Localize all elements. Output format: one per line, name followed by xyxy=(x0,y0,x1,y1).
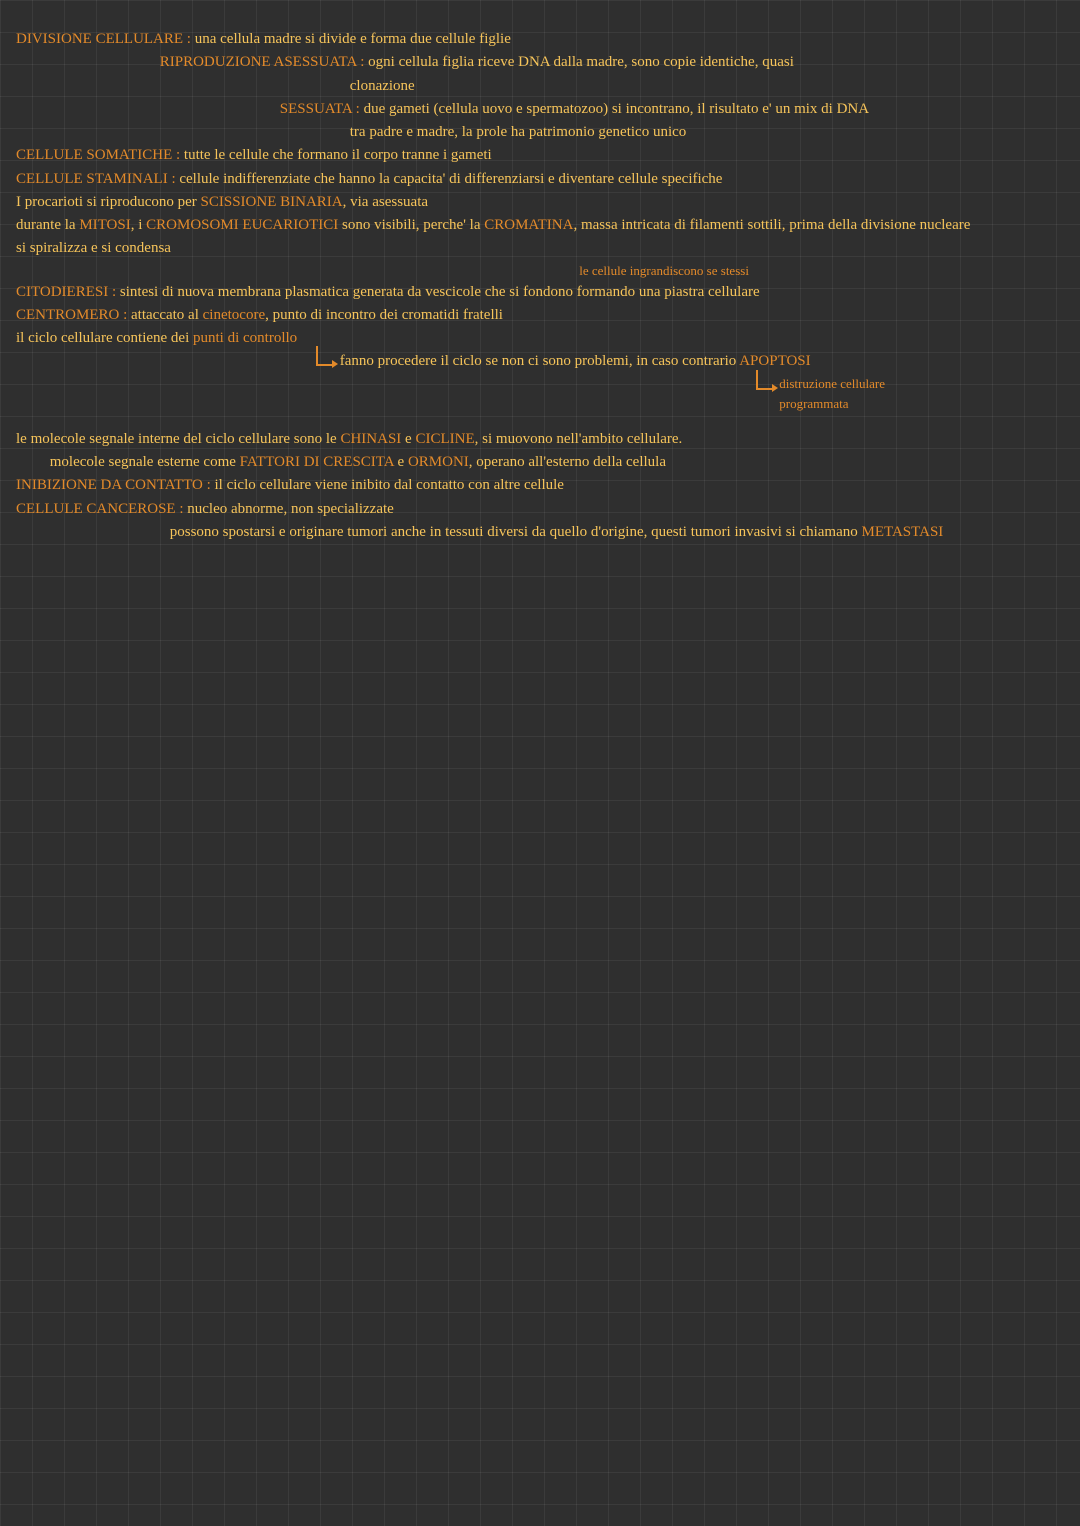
line-20: CELLULE CANCEROSE : nucleo abnorme, non … xyxy=(16,498,1068,521)
line-19: INIBIZIONE DA CONTATTO : il ciclo cellul… xyxy=(16,474,1068,497)
handwritten-notes: DIVISIONE CELLULARE : una cellula madre … xyxy=(0,0,1080,556)
term-cinetocore: cinetocore xyxy=(203,307,265,323)
text: , i xyxy=(131,217,146,233)
annotation: programmata xyxy=(779,396,848,411)
text: cellule indifferenziate che hanno la cap… xyxy=(179,171,722,187)
line-18: molecole segnale esterne come FATTORI DI… xyxy=(16,451,1068,474)
annotation: le cellule ingrandiscono se stessi xyxy=(579,263,749,278)
arrow-icon xyxy=(756,370,772,390)
line-13: CENTROMERO : attaccato al cinetocore, pu… xyxy=(16,304,1068,327)
line-11: le cellule ingrandiscono se stessi xyxy=(16,261,1068,281)
term-punti-di-controllo: punti di controllo xyxy=(193,330,297,346)
term-cromatina: CROMATINA xyxy=(484,217,573,233)
text: tutte le cellule che formano il corpo tr… xyxy=(184,147,492,163)
line-17: le molecole segnale interne del ciclo ce… xyxy=(16,428,1068,451)
text: possono spostarsi e originare tumori anc… xyxy=(170,524,862,540)
text: una cellula madre si divide e forma due … xyxy=(195,31,511,47)
text: durante la xyxy=(16,217,79,233)
text: , via asessuata xyxy=(343,194,428,210)
text: ogni cellula figlia riceve DNA dalla mad… xyxy=(368,54,794,70)
line-21: possono spostarsi e originare tumori anc… xyxy=(16,521,1068,544)
term-cellule-staminali: CELLULE STAMINALI : xyxy=(16,171,176,187)
line-1: DIVISIONE CELLULARE : una cellula madre … xyxy=(16,28,1068,51)
text: fanno procedere il ciclo se non ci sono … xyxy=(340,353,739,369)
line-16: distruzione cellulare xyxy=(16,374,1068,394)
term-chinasi: CHINASI xyxy=(340,431,401,447)
text: si spiralizza e si condensa xyxy=(16,240,171,256)
line-7: CELLULE STAMINALI : cellule indifferenzi… xyxy=(16,168,1068,191)
line-8: I procarioti si riproducono per SCISSION… xyxy=(16,191,1068,214)
text: il ciclo cellulare viene inibito dal con… xyxy=(215,477,564,493)
text: , si muovono nell'ambito cellulare. xyxy=(475,431,683,447)
term-cellule-cancerose: CELLULE CANCEROSE : xyxy=(16,501,184,517)
text: due gameti (cellula uovo e spermatozoo) … xyxy=(364,101,870,117)
term-scissione-binaria: SCISSIONE BINARIA xyxy=(201,194,343,210)
term-inibizione-da-contatto: INIBIZIONE DA CONTATTO : xyxy=(16,477,211,493)
line-6: CELLULE SOMATICHE : tutte le cellule che… xyxy=(16,144,1068,167)
text: I procarioti si riproducono per xyxy=(16,194,201,210)
line-2: RIPRODUZIONE ASESSUATA : ogni cellula fi… xyxy=(16,51,1068,74)
line-10: si spiralizza e si condensa xyxy=(16,237,1068,260)
term-riproduzione-asessuata: RIPRODUZIONE ASESSUATA : xyxy=(160,54,365,70)
text: nucleo abnorme, non specializzate xyxy=(187,501,394,517)
term-mitosi: MITOSI xyxy=(79,217,130,233)
text: , punto di incontro dei cromatidi fratel… xyxy=(265,307,503,323)
text: le molecole segnale interne del ciclo ce… xyxy=(16,431,340,447)
term-centromero: CENTROMERO : xyxy=(16,307,127,323)
text: sintesi di nuova membrana plasmatica gen… xyxy=(120,284,760,300)
text: , massa intricata di filamenti sottili, … xyxy=(573,217,970,233)
term-apoptosi: APOPTOSI xyxy=(739,353,810,369)
text: tra padre e madre, la prole ha patrimoni… xyxy=(350,124,687,140)
term-metastasi: METASTASI xyxy=(862,524,944,540)
term-divisione-cellulare: DIVISIONE CELLULARE : xyxy=(16,31,191,47)
line-4: SESSUATA : due gameti (cellula uovo e sp… xyxy=(16,98,1068,121)
text: il ciclo cellulare contiene dei xyxy=(16,330,193,346)
arrow-icon xyxy=(316,346,332,366)
line-5: tra padre e madre, la prole ha patrimoni… xyxy=(16,121,1068,144)
annotation: distruzione cellulare xyxy=(779,376,885,391)
term-ormoni: ORMONI xyxy=(408,454,469,470)
term-cicline: CICLINE xyxy=(415,431,474,447)
term-cromosomi-eucariotici: CROMOSOMI EUCARIOTICI xyxy=(146,217,338,233)
text: molecole segnale esterne come xyxy=(50,454,240,470)
term-citodieresi: CITODIERESI : xyxy=(16,284,116,300)
text: , operano all'esterno della cellula xyxy=(469,454,666,470)
text: clonazione xyxy=(350,78,415,94)
line-14: il ciclo cellulare contiene dei punti di… xyxy=(16,327,1068,350)
term-cellule-somatiche: CELLULE SOMATICHE : xyxy=(16,147,180,163)
text: e xyxy=(401,431,415,447)
term-sessuata: SESSUATA : xyxy=(280,101,360,117)
line-15: fanno procedere il ciclo se non ci sono … xyxy=(16,350,1068,373)
line-12: CITODIERESI : sintesi di nuova membrana … xyxy=(16,281,1068,304)
text: e xyxy=(394,454,408,470)
line-9: durante la MITOSI, i CROMOSOMI EUCARIOTI… xyxy=(16,214,1068,237)
term-fattori-di-crescita: FATTORI DI CRESCITA xyxy=(240,454,394,470)
line-3: clonazione xyxy=(16,75,1068,98)
line-16b: programmata xyxy=(16,394,1068,414)
text: attaccato al xyxy=(131,307,203,323)
text: sono visibili, perche' la xyxy=(338,217,484,233)
